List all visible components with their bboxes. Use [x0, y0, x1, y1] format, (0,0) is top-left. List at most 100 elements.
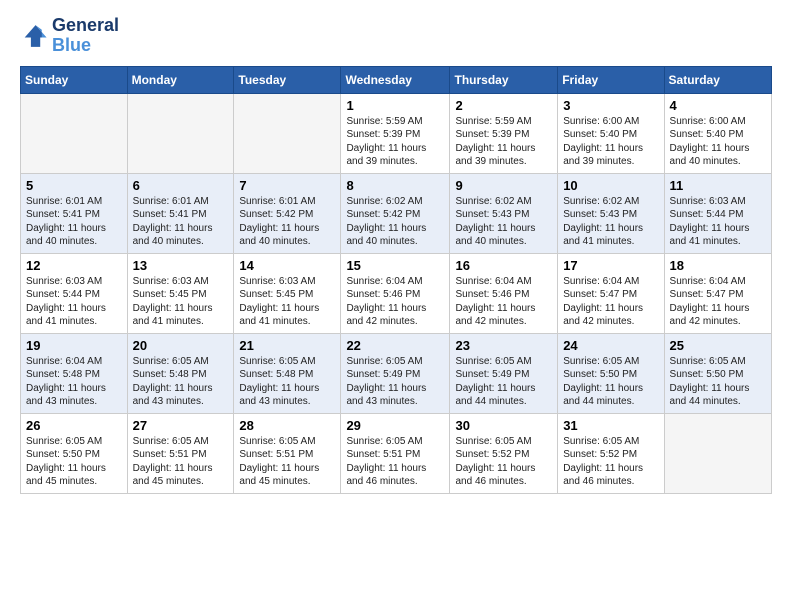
- day-info: Sunrise: 6:00 AM Sunset: 5:40 PM Dayligh…: [563, 115, 658, 169]
- calendar-week-row: 26 Sunrise: 6:05 AM Sunset: 5:50 PM Dayli…: [21, 413, 772, 493]
- day-info: Sunrise: 6:04 AM Sunset: 5:46 PM Dayligh…: [455, 275, 552, 329]
- day-info: Sunrise: 6:00 AM Sunset: 5:40 PM Dayligh…: [670, 115, 766, 169]
- calendar-cell: 19 Sunrise: 6:04 AM Sunset: 5:48 PM Dayli…: [21, 333, 128, 413]
- day-info: Sunrise: 6:02 AM Sunset: 5:42 PM Dayligh…: [346, 195, 444, 249]
- day-number: 4: [670, 98, 766, 113]
- day-info: Sunrise: 6:05 AM Sunset: 5:52 PM Dayligh…: [455, 435, 552, 489]
- calendar-cell: [664, 413, 771, 493]
- calendar-cell: 24 Sunrise: 6:05 AM Sunset: 5:50 PM Dayli…: [558, 333, 664, 413]
- day-number: 7: [239, 178, 335, 193]
- day-number: 14: [239, 258, 335, 273]
- calendar-week-row: 19 Sunrise: 6:04 AM Sunset: 5:48 PM Dayli…: [21, 333, 772, 413]
- calendar-cell: [127, 93, 234, 173]
- day-number: 29: [346, 418, 444, 433]
- day-number: 21: [239, 338, 335, 353]
- calendar-cell: 25 Sunrise: 6:05 AM Sunset: 5:50 PM Dayli…: [664, 333, 771, 413]
- calendar-cell: 13 Sunrise: 6:03 AM Sunset: 5:45 PM Dayli…: [127, 253, 234, 333]
- calendar-cell: 29Sunrise: 6:05 AM Sunset: 5:51 PM Dayli…: [341, 413, 450, 493]
- calendar-cell: 30 Sunrise: 6:05 AM Sunset: 5:52 PM Dayli…: [450, 413, 558, 493]
- day-info: Sunrise: 6:02 AM Sunset: 5:43 PM Dayligh…: [563, 195, 658, 249]
- day-info: Sunrise: 5:59 AM Sunset: 5:39 PM Dayligh…: [346, 115, 444, 169]
- day-number: 16: [455, 258, 552, 273]
- calendar-cell: 3 Sunrise: 6:00 AM Sunset: 5:40 PM Daylig…: [558, 93, 664, 173]
- calendar-cell: 6Sunrise: 6:01 AM Sunset: 5:41 PM Daylig…: [127, 173, 234, 253]
- day-info: Sunrise: 6:05 AM Sunset: 5:50 PM Dayligh…: [670, 355, 766, 409]
- day-info: Sunrise: 6:04 AM Sunset: 5:46 PM Dayligh…: [346, 275, 444, 329]
- day-number: 30: [455, 418, 552, 433]
- day-info: Sunrise: 6:01 AM Sunset: 5:41 PM Dayligh…: [26, 195, 122, 249]
- day-number: 15: [346, 258, 444, 273]
- weekday-header: Monday: [127, 66, 234, 93]
- day-number: 2: [455, 98, 552, 113]
- calendar-cell: 8 Sunrise: 6:02 AM Sunset: 5:42 PM Daylig…: [341, 173, 450, 253]
- day-number: 28: [239, 418, 335, 433]
- calendar-cell: 7 Sunrise: 6:01 AM Sunset: 5:42 PM Daylig…: [234, 173, 341, 253]
- calendar-cell: 22Sunrise: 6:05 AM Sunset: 5:49 PM Dayli…: [341, 333, 450, 413]
- day-info: Sunrise: 6:02 AM Sunset: 5:43 PM Dayligh…: [455, 195, 552, 249]
- day-info: Sunrise: 6:05 AM Sunset: 5:50 PM Dayligh…: [563, 355, 658, 409]
- calendar-cell: 15 Sunrise: 6:04 AM Sunset: 5:46 PM Dayli…: [341, 253, 450, 333]
- calendar-table: SundayMondayTuesdayWednesdayThursdayFrid…: [20, 66, 772, 494]
- day-number: 18: [670, 258, 766, 273]
- calendar-cell: 31Sunrise: 6:05 AM Sunset: 5:52 PM Dayli…: [558, 413, 664, 493]
- logo-text: General Blue: [52, 16, 119, 56]
- day-info: Sunrise: 6:01 AM Sunset: 5:42 PM Dayligh…: [239, 195, 335, 249]
- calendar-cell: 2 Sunrise: 5:59 AM Sunset: 5:39 PM Daylig…: [450, 93, 558, 173]
- calendar-week-row: 1 Sunrise: 5:59 AM Sunset: 5:39 PM Daylig…: [21, 93, 772, 173]
- day-info: Sunrise: 6:03 AM Sunset: 5:45 PM Dayligh…: [133, 275, 229, 329]
- day-info: Sunrise: 6:05 AM Sunset: 5:48 PM Dayligh…: [239, 355, 335, 409]
- weekday-header: Wednesday: [341, 66, 450, 93]
- calendar-week-row: 5 Sunrise: 6:01 AM Sunset: 5:41 PM Daylig…: [21, 173, 772, 253]
- day-number: 10: [563, 178, 658, 193]
- calendar-cell: 14 Sunrise: 6:03 AM Sunset: 5:45 PM Dayli…: [234, 253, 341, 333]
- calendar-cell: 11 Sunrise: 6:03 AM Sunset: 5:44 PM Dayli…: [664, 173, 771, 253]
- calendar-cell: 5 Sunrise: 6:01 AM Sunset: 5:41 PM Daylig…: [21, 173, 128, 253]
- day-number: 5: [26, 178, 122, 193]
- day-number: 17: [563, 258, 658, 273]
- logo-icon: [20, 22, 48, 50]
- calendar-cell: 9 Sunrise: 6:02 AM Sunset: 5:43 PM Daylig…: [450, 173, 558, 253]
- day-number: 11: [670, 178, 766, 193]
- day-number: 13: [133, 258, 229, 273]
- day-number: 6: [133, 178, 229, 193]
- day-number: 20: [133, 338, 229, 353]
- calendar-cell: 27Sunrise: 6:05 AM Sunset: 5:51 PM Dayli…: [127, 413, 234, 493]
- calendar-cell: 23 Sunrise: 6:05 AM Sunset: 5:49 PM Dayli…: [450, 333, 558, 413]
- day-info: Sunrise: 5:59 AM Sunset: 5:39 PM Dayligh…: [455, 115, 552, 169]
- day-number: 8: [346, 178, 444, 193]
- day-number: 25: [670, 338, 766, 353]
- day-info: Sunrise: 6:05 AM Sunset: 5:51 PM Dayligh…: [239, 435, 335, 489]
- page: General Blue SundayMondayTuesdayWednesda…: [0, 0, 792, 510]
- day-number: 12: [26, 258, 122, 273]
- day-info: Sunrise: 6:04 AM Sunset: 5:47 PM Dayligh…: [670, 275, 766, 329]
- day-number: 3: [563, 98, 658, 113]
- day-number: 23: [455, 338, 552, 353]
- day-number: 19: [26, 338, 122, 353]
- calendar-week-row: 12 Sunrise: 6:03 AM Sunset: 5:44 PM Dayli…: [21, 253, 772, 333]
- calendar-cell: 12 Sunrise: 6:03 AM Sunset: 5:44 PM Dayli…: [21, 253, 128, 333]
- day-info: Sunrise: 6:03 AM Sunset: 5:45 PM Dayligh…: [239, 275, 335, 329]
- calendar-cell: 21 Sunrise: 6:05 AM Sunset: 5:48 PM Dayli…: [234, 333, 341, 413]
- calendar-cell: 26 Sunrise: 6:05 AM Sunset: 5:50 PM Dayli…: [21, 413, 128, 493]
- weekday-header: Sunday: [21, 66, 128, 93]
- header: General Blue: [20, 16, 772, 56]
- day-number: 22: [346, 338, 444, 353]
- day-info: Sunrise: 6:05 AM Sunset: 5:50 PM Dayligh…: [26, 435, 122, 489]
- day-info: Sunrise: 6:04 AM Sunset: 5:48 PM Dayligh…: [26, 355, 122, 409]
- calendar-cell: 4 Sunrise: 6:00 AM Sunset: 5:40 PM Daylig…: [664, 93, 771, 173]
- logo: General Blue: [20, 16, 119, 56]
- day-info: Sunrise: 6:05 AM Sunset: 5:48 PM Dayligh…: [133, 355, 229, 409]
- day-info: Sunrise: 6:03 AM Sunset: 5:44 PM Dayligh…: [26, 275, 122, 329]
- day-info: Sunrise: 6:05 AM Sunset: 5:49 PM Dayligh…: [455, 355, 552, 409]
- day-number: 26: [26, 418, 122, 433]
- day-info: Sunrise: 6:04 AM Sunset: 5:47 PM Dayligh…: [563, 275, 658, 329]
- calendar-cell: 17 Sunrise: 6:04 AM Sunset: 5:47 PM Dayli…: [558, 253, 664, 333]
- day-number: 9: [455, 178, 552, 193]
- calendar-cell: 18 Sunrise: 6:04 AM Sunset: 5:47 PM Dayli…: [664, 253, 771, 333]
- calendar-cell: 1 Sunrise: 5:59 AM Sunset: 5:39 PM Daylig…: [341, 93, 450, 173]
- weekday-header: Saturday: [664, 66, 771, 93]
- day-number: 24: [563, 338, 658, 353]
- day-number: 27: [133, 418, 229, 433]
- day-number: 1: [346, 98, 444, 113]
- day-info: Sunrise: 6:03 AM Sunset: 5:44 PM Dayligh…: [670, 195, 766, 249]
